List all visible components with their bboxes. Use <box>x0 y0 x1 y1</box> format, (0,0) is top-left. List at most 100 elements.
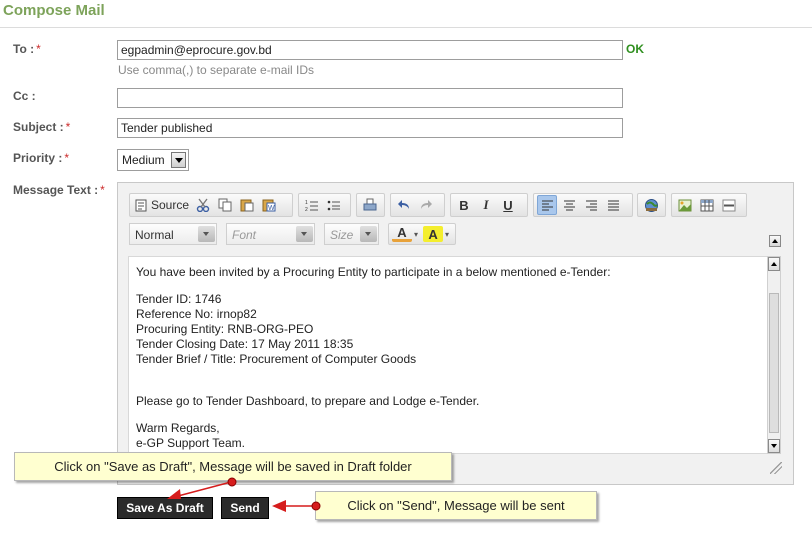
toolbar-group-insert <box>671 193 747 217</box>
link-button[interactable] <box>641 195 661 215</box>
save-as-draft-button[interactable]: Save As Draft <box>117 497 213 519</box>
link-icon <box>644 198 658 212</box>
underline-icon[interactable]: U <box>498 195 518 215</box>
print-button[interactable] <box>360 195 380 215</box>
justify-icon <box>607 200 619 211</box>
source-icon <box>135 199 147 211</box>
image-button[interactable] <box>675 195 695 215</box>
horizontal-rule-icon <box>722 199 736 211</box>
image-icon <box>678 199 692 211</box>
message-label: Message Text : * <box>13 183 105 197</box>
to-validation-status: OK <box>626 42 644 56</box>
svg-text:2: 2 <box>305 207 308 212</box>
align-right-button[interactable] <box>581 195 601 215</box>
message-reference: Reference No: irnop82 <box>136 307 257 321</box>
message-regards: Warm Regards, <box>136 421 220 435</box>
cut-button[interactable] <box>193 195 213 215</box>
cc-label: Cc : <box>13 89 36 103</box>
numbered-list-icon: 12 <box>305 200 318 212</box>
send-callout-text: Click on "Send", Message will be sent <box>347 498 565 513</box>
cc-input[interactable] <box>117 88 623 108</box>
copy-button[interactable] <box>215 195 235 215</box>
chevron-down-icon[interactable]: ▾ <box>414 230 418 239</box>
numbered-list-button[interactable]: 12 <box>302 195 322 215</box>
align-left-icon <box>541 200 553 211</box>
collapse-toolbar-icon[interactable] <box>769 235 781 247</box>
paste-word-icon: W <box>262 199 276 212</box>
paste-word-button[interactable]: W <box>259 195 279 215</box>
message-team: e-GP Support Team. <box>136 436 245 450</box>
chevron-down-icon[interactable]: ▾ <box>445 230 449 239</box>
to-label: To : * <box>13 42 41 56</box>
copy-icon <box>218 198 232 212</box>
toolbar-group-lists: 12 <box>298 193 351 217</box>
draft-callout: Click on "Save as Draft", Message will b… <box>14 452 452 481</box>
toolbar-group-link <box>637 193 666 217</box>
scroll-thumb[interactable] <box>769 293 779 433</box>
size-placeholder: Size <box>330 228 354 242</box>
subject-input[interactable] <box>117 118 623 138</box>
scroll-down-icon[interactable] <box>768 439 780 453</box>
italic-icon[interactable]: I <box>476 195 496 215</box>
svg-text:1: 1 <box>305 200 308 206</box>
font-placeholder: Font <box>232 228 257 242</box>
paste-button[interactable] <box>237 195 257 215</box>
undo-button[interactable] <box>394 195 414 215</box>
background-color-icon[interactable]: A <box>423 226 444 242</box>
paste-icon <box>240 199 254 212</box>
align-right-icon <box>585 200 597 211</box>
send-callout: Click on "Send", Message will be sent <box>315 491 597 520</box>
bulleted-list-icon <box>327 200 340 210</box>
text-color-icon[interactable]: A <box>392 225 412 242</box>
svg-text:W: W <box>268 205 275 212</box>
toolbar-group-colors: A ▾ A ▾ <box>388 223 456 245</box>
chevron-down-icon[interactable] <box>360 226 377 242</box>
send-arrow <box>272 500 321 512</box>
message-instruction: Please go to Tender Dashboard, to prepar… <box>136 394 480 408</box>
message-body[interactable]: You have been invited by a Procuring Ent… <box>128 256 768 454</box>
format-value: Normal <box>135 228 174 242</box>
redo-icon <box>421 200 432 209</box>
priority-select[interactable]: Medium <box>117 149 189 171</box>
toolbar-group-style: B I U <box>450 193 528 217</box>
subject-label: Subject : * <box>13 120 71 134</box>
chevron-down-icon[interactable] <box>198 226 215 242</box>
source-button[interactable]: Source <box>133 195 191 215</box>
undo-icon <box>398 200 409 209</box>
bold-icon[interactable]: B <box>454 195 474 215</box>
format-select[interactable]: Normal <box>129 223 217 245</box>
resize-handle-icon[interactable] <box>770 462 782 474</box>
toolbar-group-history <box>390 193 445 217</box>
page-title: Compose Mail <box>3 2 105 19</box>
title-divider <box>0 27 812 28</box>
toolbar-group-align <box>533 193 633 217</box>
horizontal-rule-button[interactable] <box>719 195 739 215</box>
chevron-down-icon[interactable] <box>171 152 186 168</box>
message-tender-id: Tender ID: 1746 <box>136 292 222 306</box>
message-closing-date: Tender Closing Date: 17 May 2011 18:35 <box>136 337 354 351</box>
align-left-button[interactable] <box>537 195 557 215</box>
cut-icon <box>196 198 210 212</box>
send-button[interactable]: Send <box>221 497 269 519</box>
to-input[interactable] <box>117 40 623 60</box>
draft-callout-text: Click on "Save as Draft", Message will b… <box>54 459 412 474</box>
message-intro: You have been invited by a Procuring Ent… <box>136 265 611 279</box>
table-icon <box>700 199 714 211</box>
align-center-button[interactable] <box>559 195 579 215</box>
editor-scrollbar[interactable] <box>767 256 781 454</box>
toolbar-group-print <box>356 193 385 217</box>
chevron-down-icon[interactable] <box>296 226 313 242</box>
align-center-icon <box>563 200 575 211</box>
toolbar-group-clipboard: Source W <box>129 193 293 217</box>
justify-button[interactable] <box>603 195 623 215</box>
bulleted-list-button[interactable] <box>324 195 344 215</box>
print-icon <box>363 198 377 211</box>
redo-button[interactable] <box>416 195 436 215</box>
message-brief: Tender Brief / Title: Procurement of Com… <box>136 352 417 366</box>
priority-label: Priority : * <box>13 151 70 165</box>
table-button[interactable] <box>697 195 717 215</box>
message-procuring-entity: Procuring Entity: RNB-ORG-PEO <box>136 322 314 336</box>
font-select[interactable]: Font <box>226 223 315 245</box>
size-select[interactable]: Size <box>324 223 379 245</box>
scroll-up-icon[interactable] <box>768 257 780 271</box>
